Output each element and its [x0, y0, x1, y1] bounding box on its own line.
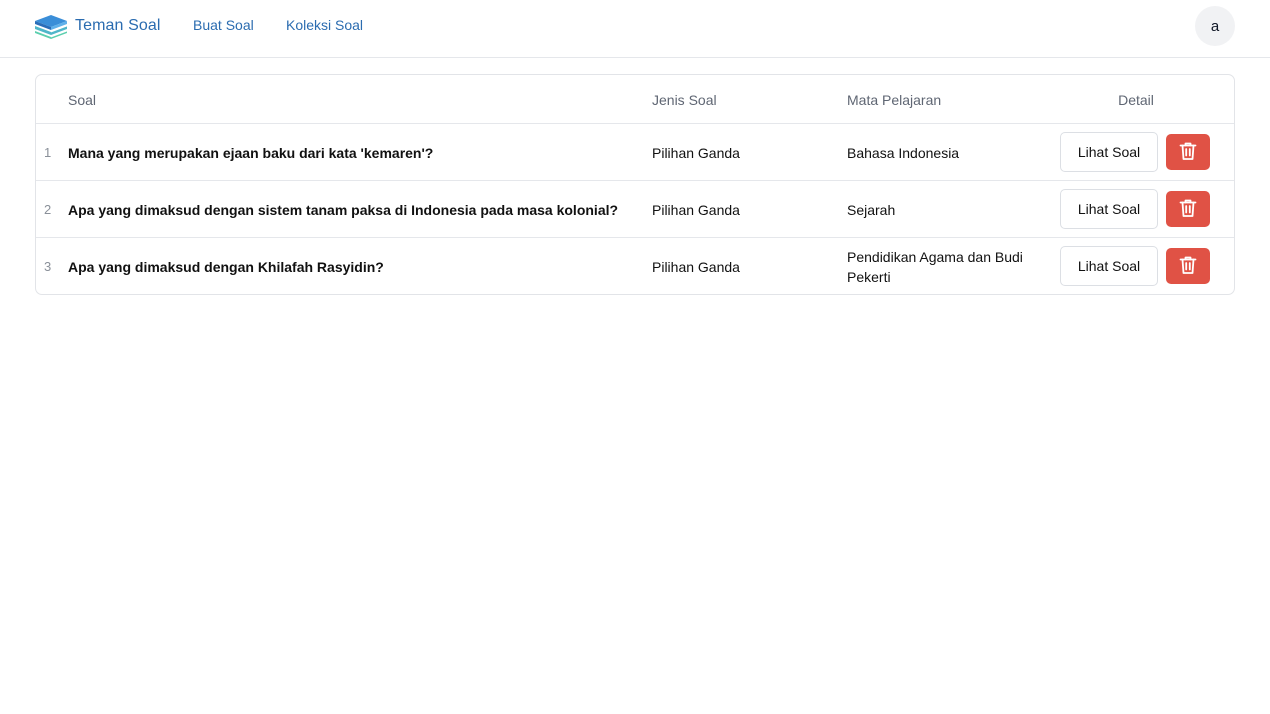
avatar-initial: a [1210, 17, 1220, 35]
table-row: 1 Mana yang merupakan ejaan baku dari ka… [36, 124, 1234, 181]
row-subject: Sejarah [847, 201, 896, 218]
row-question: Apa yang dimaksud dengan sistem tanam pa… [68, 201, 619, 218]
row-question-type: Pilihan Ganda [652, 201, 740, 218]
trash-icon [1179, 255, 1197, 278]
row-number: 1 [44, 145, 52, 160]
lihat-soal-button[interactable]: Lihat Soal [1060, 246, 1158, 286]
row-subject: Bahasa Indonesia [847, 144, 960, 161]
header-soal: Soal [68, 92, 97, 108]
brand-name: Teman Soal [75, 17, 161, 34]
table-row: 3 Apa yang dimaksud dengan Khilafah Rasy… [36, 238, 1234, 294]
brand-link[interactable]: Teman Soal [34, 12, 161, 40]
trash-icon [1179, 141, 1197, 164]
nav-koleksi-soal-link[interactable]: Koleksi Soal [286, 17, 363, 33]
row-question-type: Pilihan Ganda [652, 144, 740, 161]
delete-button[interactable] [1166, 191, 1210, 227]
row-subject: Pendidikan Agama dan Budi Pekerti [847, 248, 1023, 285]
nav-buat-soal-link[interactable]: Buat Soal [193, 17, 254, 33]
lihat-soal-button[interactable]: Lihat Soal [1060, 132, 1158, 172]
stacked-books-logo-icon [34, 13, 68, 39]
user-avatar[interactable]: a [1195, 6, 1235, 46]
table-header: Soal Jenis Soal Mata Pelajaran Detail [36, 75, 1234, 124]
soal-table: Soal Jenis Soal Mata Pelajaran Detail 1 … [35, 74, 1235, 295]
trash-icon [1179, 198, 1197, 221]
table-row: 2 Apa yang dimaksud dengan sistem tanam … [36, 181, 1234, 238]
row-question-type: Pilihan Ganda [652, 258, 740, 275]
row-number: 2 [44, 202, 52, 217]
header-detail: Detail [1118, 92, 1154, 108]
delete-button[interactable] [1166, 248, 1210, 284]
row-question: Apa yang dimaksud dengan Khilafah Rasyid… [68, 258, 384, 275]
header-mata-pelajaran: Mata Pelajaran [847, 92, 942, 108]
row-number: 3 [44, 259, 52, 274]
top-navbar: Teman Soal Buat Soal Koleksi Soal a [0, 0, 1270, 58]
lihat-soal-button[interactable]: Lihat Soal [1060, 189, 1158, 229]
row-question: Mana yang merupakan ejaan baku dari kata… [68, 144, 434, 161]
delete-button[interactable] [1166, 134, 1210, 170]
header-jenis-soal: Jenis Soal [652, 92, 717, 108]
